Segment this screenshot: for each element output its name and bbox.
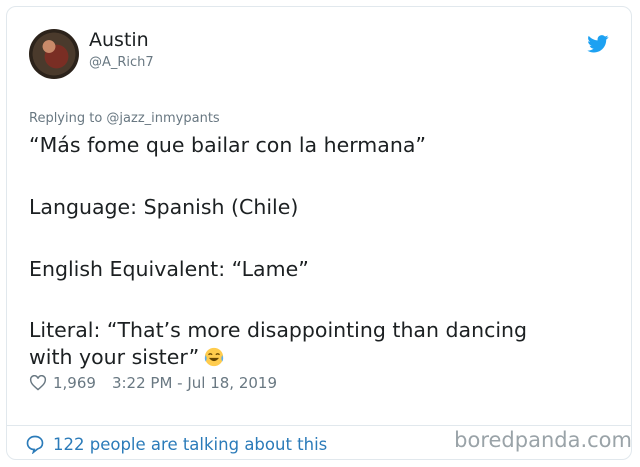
tweet-meta: 1,969 3:22 PM - Jul 18, 2019 <box>29 374 277 392</box>
tweet-text-line: with your sister” <box>29 345 200 369</box>
tweet-text-line: Language: Spanish (Chile) <box>29 195 299 219</box>
avatar[interactable] <box>29 29 79 79</box>
divider <box>7 425 631 426</box>
tweet-text-line: “Más fome que bailar con la hermana” <box>29 133 427 157</box>
tweet-text-line: Literal: “That’s more disappointing than… <box>29 318 528 342</box>
conversation-count[interactable]: 122 people are talking about this <box>53 435 327 454</box>
speech-bubble-icon <box>26 435 44 454</box>
conversation-link[interactable]: 122 people are talking about this <box>25 434 327 454</box>
twitter-bird-icon[interactable] <box>587 35 609 53</box>
timestamp[interactable]: 3:22 PM - Jul 18, 2019 <box>112 374 277 392</box>
replying-to[interactable]: Replying to @jazz_inmypants <box>29 111 220 126</box>
tweet-text-line: English Equivalent: “Lame” <box>29 257 309 281</box>
like-count[interactable]: 1,969 <box>53 374 96 392</box>
author-handle[interactable]: @A_Rich7 <box>89 55 154 70</box>
laughing-tears-emoji <box>205 347 224 367</box>
author-name[interactable]: Austin <box>89 29 149 51</box>
heart-icon[interactable] <box>29 375 47 391</box>
watermark: boredpanda.com <box>454 428 632 452</box>
tweet-card: Austin @A_Rich7 Replying to @jazz_inmypa… <box>6 6 632 460</box>
tweet-text-last-line: with your sister” <box>29 345 225 369</box>
